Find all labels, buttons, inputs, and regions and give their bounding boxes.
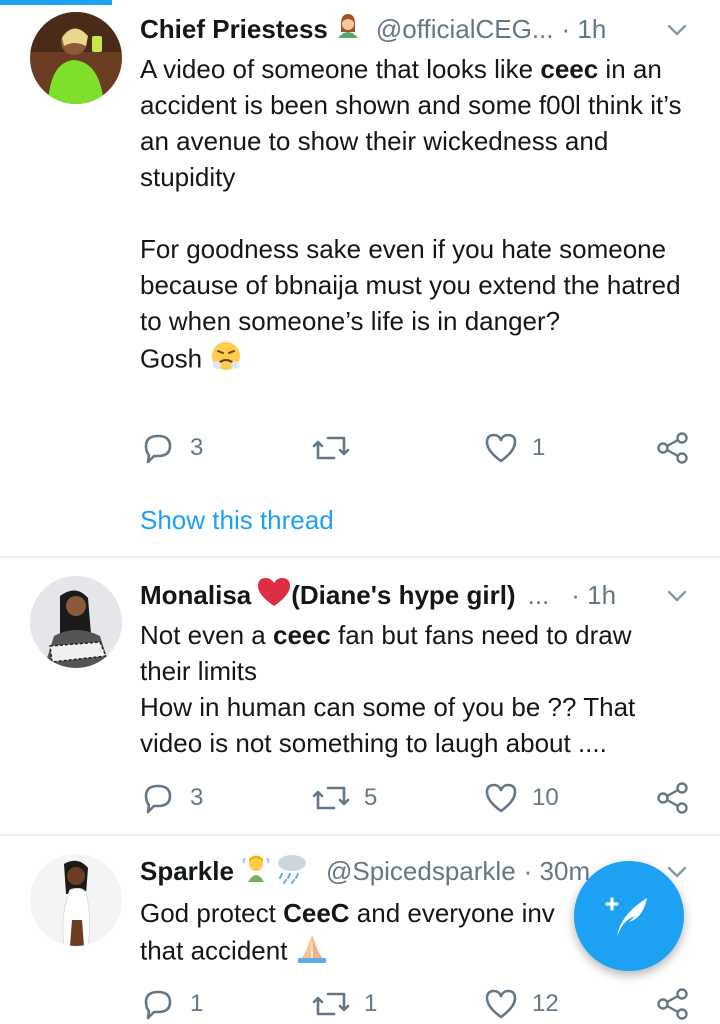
fairy-and-rain-cloud-emoji [240,852,312,891]
woman-in-green-emoji [334,12,362,47]
display-name[interactable]: Monalisa [140,580,251,611]
retweet-count: 5 [364,784,378,811]
avatar[interactable] [30,12,122,104]
highlighted-term: ceec [540,54,599,84]
reply-button[interactable]: 3 [140,778,203,818]
share-icon [657,432,688,464]
tweet-text: Not even a ceec fan but fans need to dra… [140,617,684,761]
like-button[interactable]: 12 [484,984,559,1024]
highlighted-term: CeeC [283,898,350,928]
tweet-text: A video of someone that looks like ceec … [140,51,684,382]
tweet-header: Chief Priestess @officialCEG... · 1h [140,11,690,47]
red-heart-emoji [257,577,291,614]
display-name[interactable]: Sparkle [140,856,234,887]
tweet-card[interactable]: Monalisa (Diane's hype girl) ... · 1h No… [0,558,720,834]
reply-count: 3 [190,784,204,811]
avatar[interactable] [30,854,122,946]
retweet-count: 1 [364,990,378,1017]
reply-icon [144,990,172,1020]
share-button[interactable] [656,778,690,818]
retweet-button[interactable]: 1 [312,984,377,1024]
tweet-card[interactable]: Chief Priestess @officialCEG... · 1h A v… [0,0,720,556]
timestamp[interactable]: · 1h [562,14,607,45]
reply-icon [144,784,172,814]
tweet-actions: 3 5 10 [140,778,690,818]
heart-icon [485,989,517,1019]
reply-count: 3 [190,434,204,461]
like-button[interactable]: 10 [484,778,559,818]
tweet-paragraph: How in human can some of you be ?? That … [140,692,636,758]
tweet-paragraph: For goodness sake even if you hate someo… [140,234,681,336]
tweet-header: Monalisa (Diane's hype girl) ... · 1h [140,577,690,613]
share-button[interactable] [656,428,690,468]
show-thread-link[interactable]: Show this thread [140,505,334,536]
like-count: 10 [532,784,559,811]
retweet-button[interactable] [312,428,364,468]
heart-icon [485,783,517,813]
like-count: 12 [532,990,559,1017]
tweet-actions: 1 1 12 [140,984,690,1024]
reply-count: 1 [190,990,204,1017]
highlighted-term: ceec [272,620,331,650]
share-button[interactable] [656,984,690,1024]
reply-button[interactable]: 1 [140,984,203,1024]
reply-icon [144,434,172,464]
retweet-icon [312,786,350,810]
praying-hands-emoji [295,931,329,974]
user-handle[interactable]: ... [528,580,550,611]
like-button[interactable]: 1 [484,428,545,468]
like-count: 1 [532,434,546,461]
user-handle[interactable]: @Spicedsparkle [326,856,516,887]
steam-face-emoji [209,339,243,382]
chevron-down-icon[interactable] [664,17,690,43]
compose-tweet-button[interactable] [574,861,684,971]
heart-icon [485,433,517,463]
timestamp[interactable]: · 30m [524,856,590,887]
retweet-button[interactable]: 5 [312,778,377,818]
tweet-actions: 3 1 [140,428,690,468]
user-handle[interactable]: @officialCEG... [376,14,554,45]
share-icon [657,988,688,1020]
display-name[interactable]: Chief Priestess [140,14,328,45]
display-name-suffix[interactable]: (Diane's hype girl) [291,580,515,611]
share-icon [657,782,688,814]
reply-button[interactable]: 3 [140,428,203,468]
retweet-icon [312,992,350,1016]
compose-feather-icon [605,897,647,936]
chevron-down-icon[interactable] [664,583,690,609]
timestamp[interactable]: · 1h [571,580,616,611]
retweet-icon [312,436,350,460]
avatar[interactable] [30,576,122,668]
